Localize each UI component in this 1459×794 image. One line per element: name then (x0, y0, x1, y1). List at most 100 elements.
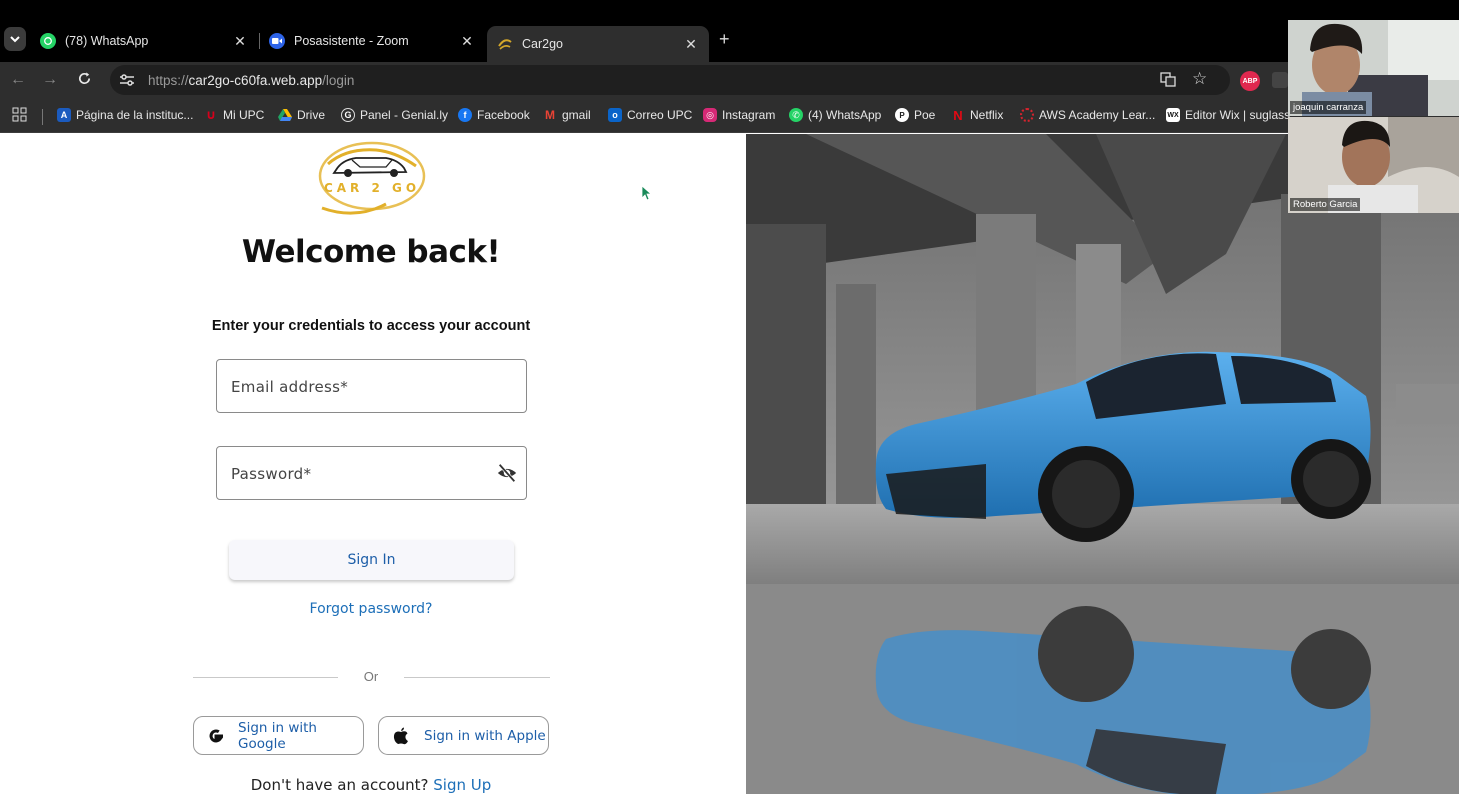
zoom-video-tile[interactable]: Roberto Garcia (1288, 117, 1459, 213)
page-content: CAR 2 GO Welcome back! Enter your creden… (0, 134, 1459, 794)
signup-prompt: Don't have an account? Sign Up (0, 776, 742, 794)
car2go-icon (497, 36, 513, 52)
bookmark-label: Drive (297, 108, 326, 122)
google-icon (205, 725, 226, 747)
bookmark-label: Correo UPC (627, 108, 693, 122)
tab-zoom[interactable]: Posasistente - Zoom ✕ (259, 26, 485, 56)
google-button-label: Sign in with Google (238, 719, 317, 752)
mouse-cursor-icon (641, 185, 653, 201)
bookmark-poe[interactable]: P Poe (895, 108, 935, 122)
bookmark-instagram[interactable]: ◎ Instagram (703, 108, 775, 122)
forward-arrow-icon[interactable]: → (42, 71, 58, 89)
url-host: car2go-c60fa.web.app (188, 72, 323, 88)
translate-icon[interactable] (1160, 71, 1176, 91)
sign-in-google-button[interactable]: Sign in with Google (193, 716, 364, 755)
bookmarks-bar: A Página de la instituc... ∪ Mi UPC Drive … (0, 100, 1459, 133)
apple-button-label: Sign in with Apple (424, 727, 546, 744)
page-subtitle: Enter your credentials to access your ac… (211, 318, 531, 334)
bookmark-aws-academy[interactable]: AWS Academy Lear... (1020, 108, 1155, 122)
bookmark-label: Mi UPC (223, 108, 265, 122)
url-scheme: https:// (148, 72, 189, 88)
bookmark-institution[interactable]: A Página de la instituc... (57, 108, 193, 122)
site-settings-icon[interactable] (116, 69, 138, 91)
whatsapp-icon (40, 33, 56, 49)
bookmark-mi-upc[interactable]: ∪ Mi UPC (204, 107, 265, 122)
bookmark-label: Editor Wix | suglass... (1185, 108, 1301, 122)
page-title: Welcome back! (241, 234, 501, 270)
sign-in-button[interactable]: Sign In (229, 540, 514, 580)
tab-search-button[interactable] (4, 27, 26, 51)
upc-icon: ∪ (205, 107, 217, 122)
no-account-text: Don't have an account? (250, 776, 429, 794)
browser-toolbar: ← → https://car2go-c60fa.web.app/login ☆… (0, 62, 1459, 100)
facebook-icon: f (458, 108, 472, 122)
divider-right (404, 677, 550, 678)
adblock-extension-icon[interactable]: ABP (1240, 71, 1260, 91)
chevron-down-icon (10, 36, 20, 43)
new-tab-icon[interactable]: + (719, 29, 730, 50)
aws-icon (1020, 108, 1034, 122)
login-panel: CAR 2 GO Welcome back! Enter your creden… (0, 134, 746, 794)
bookmark-correo-upc[interactable]: o Correo UPC (608, 108, 692, 122)
password-field[interactable]: Password* (216, 446, 527, 500)
outlook-icon: o (608, 108, 622, 122)
sign-up-link[interactable]: Sign Up (433, 776, 491, 794)
close-tab-icon[interactable]: ✕ (232, 33, 248, 50)
forgot-password-link: Forgot password? (0, 601, 742, 617)
netflix-icon: N (953, 107, 963, 123)
bookmark-whatsapp[interactable]: ✆ (4) WhatsApp (789, 108, 881, 122)
url-text: https://car2go-c60fa.web.app/login (148, 73, 354, 88)
bookmark-label: Instagram (722, 108, 776, 122)
extension-icon[interactable] (1272, 72, 1288, 88)
drive-icon (278, 108, 292, 122)
bookmark-label: (4) WhatsApp (808, 108, 882, 122)
tab-car2go[interactable]: Car2go ✕ (487, 26, 709, 62)
or-separator: Or (363, 669, 379, 684)
bookmark-drive[interactable]: Drive (278, 108, 325, 122)
zoom-video-tile[interactable]: joaquin carranza (1288, 20, 1459, 116)
visibility-off-icon[interactable] (496, 462, 518, 484)
wix-icon: WX (1166, 108, 1180, 122)
bookmark-label: Facebook (477, 108, 530, 122)
apple-icon (390, 725, 412, 747)
logo-text: CAR 2 GO (324, 181, 420, 195)
url-path: /login (322, 72, 355, 88)
bookmark-label: Panel - Genial.ly (360, 108, 449, 122)
tab-strip: (78) WhatsApp ✕ Posasistente - Zoom ✕ Ca… (0, 0, 1459, 62)
tab-title: Posasistente - Zoom (294, 34, 409, 48)
zoom-icon (269, 33, 285, 49)
password-placeholder: Password* (231, 465, 312, 483)
email-field[interactable]: Email address* (216, 359, 527, 413)
bookmark-star-icon[interactable]: ☆ (1192, 69, 1207, 89)
apps-grid-icon[interactable] (12, 107, 27, 122)
bookmark-genially[interactable]: G Panel - Genial.ly (341, 108, 448, 122)
instagram-icon: ◎ (703, 108, 717, 122)
hero-image (746, 134, 1459, 794)
forgot-password-text[interactable]: Forgot password? (310, 601, 433, 617)
tab-whatsapp[interactable]: (78) WhatsApp ✕ (30, 26, 258, 56)
reload-icon[interactable] (77, 71, 92, 91)
back-arrow-icon[interactable]: ← (10, 71, 26, 89)
sign-in-apple-button[interactable]: Sign in with Apple (378, 716, 549, 755)
adblock-badge-text: ABP (1242, 77, 1258, 85)
bookmarks-separator (42, 109, 43, 125)
close-tab-icon[interactable]: ✕ (683, 36, 699, 53)
tab-title: Car2go (522, 37, 563, 51)
bookmark-label: AWS Academy Lear... (1039, 108, 1156, 122)
bookmark-gmail[interactable]: Mgmail (543, 108, 591, 122)
address-bar[interactable]: https://car2go-c60fa.web.app/login ☆ (110, 65, 1230, 95)
bookmark-label: gmail (562, 108, 591, 122)
genially-icon: G (341, 108, 355, 122)
whatsapp-icon: ✆ (789, 108, 803, 122)
bookmark-netflix[interactable]: N Netflix (951, 107, 1003, 123)
bookmark-wix[interactable]: WX Editor Wix | suglass... (1166, 108, 1300, 122)
bookmark-label: Poe (914, 108, 936, 122)
bookmark-label: Página de la instituc... (76, 108, 194, 122)
tab-title: (78) WhatsApp (65, 34, 149, 48)
close-tab-icon[interactable]: ✕ (459, 33, 475, 50)
car2go-logo: CAR 2 GO (318, 141, 426, 215)
participant-name: joaquin carranza (1290, 101, 1367, 114)
institution-icon: A (57, 108, 71, 122)
participant-name: Roberto Garcia (1290, 198, 1361, 211)
bookmark-facebook[interactable]: f Facebook (458, 108, 530, 122)
